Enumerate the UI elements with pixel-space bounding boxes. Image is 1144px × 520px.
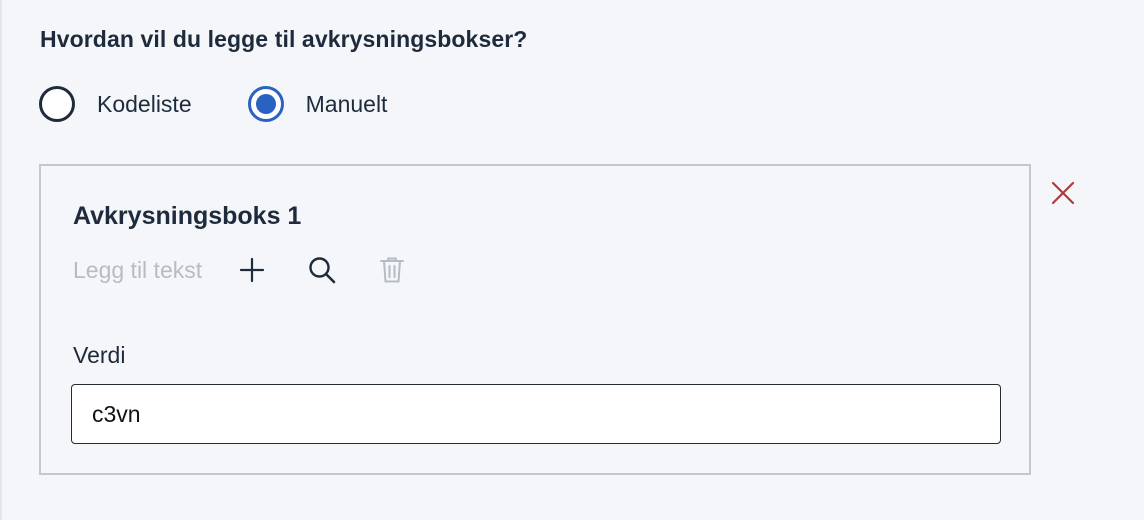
text-row: Legg til tekst bbox=[73, 252, 442, 288]
radio-button-manuelt[interactable] bbox=[247, 86, 284, 122]
checkbox-card: Avkrysningsboks 1 Legg til tekst Verdi c… bbox=[39, 164, 1031, 475]
radio-button-kodeliste[interactable] bbox=[39, 86, 75, 122]
delete-text-button[interactable] bbox=[372, 252, 412, 288]
add-text-button[interactable] bbox=[232, 252, 272, 288]
value-label: Verdi bbox=[73, 342, 126, 368]
radio-label-kodeliste: Kodeliste bbox=[97, 90, 192, 117]
close-icon bbox=[1051, 181, 1075, 205]
plus-icon bbox=[240, 257, 265, 283]
trash-icon bbox=[380, 257, 405, 283]
value-input[interactable] bbox=[71, 384, 1001, 444]
radio-group: Kodeliste Manuelt bbox=[39, 86, 387, 122]
search-text-button[interactable] bbox=[302, 252, 342, 288]
radio-option-manuelt[interactable]: Manuelt bbox=[247, 86, 388, 122]
remove-checkbox-button[interactable] bbox=[1046, 176, 1080, 210]
panel-left-border bbox=[0, 0, 2, 520]
radio-label-manuelt: Manuelt bbox=[305, 90, 388, 117]
radio-option-kodeliste[interactable]: Kodeliste bbox=[39, 86, 192, 122]
card-title: Avkrysningsboks 1 bbox=[73, 202, 302, 230]
question-heading: Hvordan vil du legge til avkrysningsboks… bbox=[40, 26, 528, 52]
search-icon bbox=[309, 257, 336, 284]
add-text-label: Legg til tekst bbox=[73, 256, 203, 283]
